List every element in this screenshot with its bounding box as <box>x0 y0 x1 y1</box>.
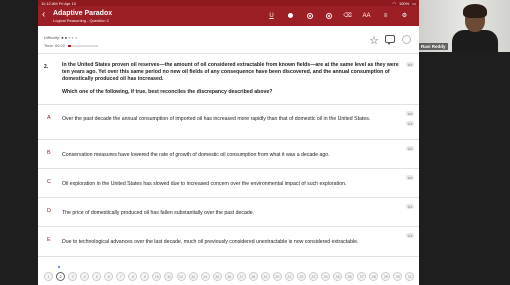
pager-item[interactable]: 7 <box>116 272 126 281</box>
app-window: 11:12 AM Fri Apr 10 ◠ 100% ▭ ‹ Adaptive … <box>38 0 419 285</box>
eraser-icon[interactable]: ⌫ <box>343 11 352 20</box>
difficulty-row: Difficulty: ●●●●● <box>44 35 79 40</box>
question-pager: 1 2 3 4 5 6 7 8 9 10 11 12 13 14 15 16 17 18 19 20 21 22 23 24 2… <box>38 268 419 285</box>
page-title: Adaptive Paradox <box>53 10 113 17</box>
highlight-icon[interactable] <box>286 11 295 20</box>
pager-item[interactable]: 4 <box>80 272 90 281</box>
pager-item[interactable]: 24 <box>321 272 331 281</box>
wifi-icon: ◠ <box>392 0 396 6</box>
mark-icon[interactable] <box>324 11 333 20</box>
eliminate-icon[interactable] <box>305 11 314 20</box>
pager-item[interactable]: 13 <box>188 272 198 281</box>
pager-item[interactable]: 30 <box>393 272 403 281</box>
pager-item[interactable]: 31 <box>405 272 415 281</box>
settings-list-icon[interactable]: ≡ <box>381 11 390 20</box>
status-right: ◠ 100% ▭ <box>392 1 416 6</box>
question-meta: Difficulty: ●●●●● Time: 00:22 <box>44 34 99 50</box>
divider <box>38 53 419 54</box>
pager-item[interactable]: 21 <box>284 272 294 281</box>
choice-options-icon[interactable]: ••• <box>406 146 414 151</box>
choice-letter: E <box>47 237 51 243</box>
pager-item[interactable]: 26 <box>345 272 355 281</box>
pager-item[interactable]: 19 <box>260 272 270 281</box>
choice-options-icon[interactable]: ••• <box>406 111 414 116</box>
pager-item[interactable]: 27 <box>357 272 367 281</box>
choice-text: Oil exploration in the United States has… <box>62 181 347 187</box>
choice-letter: B <box>47 150 51 156</box>
page-subtitle: Logical Reasoning - Question 2 <box>53 18 109 23</box>
font-size-icon[interactable]: AA <box>362 11 371 20</box>
pager-item[interactable]: 10 <box>152 272 162 281</box>
pager-item[interactable]: 9 <box>140 272 150 281</box>
divider <box>38 104 419 105</box>
choice-text: Over the past decade the annual consumpt… <box>62 116 371 122</box>
pager-item[interactable]: 12 <box>176 272 186 281</box>
status-time: 11:12 AM Fri Apr 10 <box>41 0 77 6</box>
underline-icon[interactable]: U <box>267 11 276 20</box>
choice-letter: C <box>47 179 51 185</box>
header-titles: Adaptive Paradox Logical Reasoning - Que… <box>53 10 112 23</box>
pager-item[interactable]: 25 <box>333 272 343 281</box>
pager-item[interactable]: 20 <box>272 272 282 281</box>
time-progress-fill <box>68 44 72 47</box>
chevron-left-icon[interactable]: ‹ <box>42 10 45 20</box>
pager-item[interactable]: 23 <box>309 272 319 281</box>
pager-item[interactable]: 18 <box>248 272 258 281</box>
choice-letter: D <box>47 208 51 214</box>
participant-name: Ravi Reddy <box>419 43 448 50</box>
divider <box>38 197 419 198</box>
choice-options-icon[interactable]: ••• <box>406 233 414 238</box>
divider <box>38 226 419 227</box>
question-text: In the United States proven oil reserves… <box>62 62 399 82</box>
divider <box>38 168 419 169</box>
pager-item[interactable]: 3 <box>68 272 78 281</box>
comment-icon[interactable] <box>385 35 395 45</box>
question-options-icon[interactable]: ••• <box>406 62 414 67</box>
pager-item[interactable]: 29 <box>381 272 391 281</box>
pager-item[interactable]: 6 <box>104 272 114 281</box>
battery-icon: ▭ <box>412 0 416 6</box>
divider <box>38 139 419 140</box>
time-value: 00:22 <box>54 43 65 48</box>
difficulty-stars: ●●●●● <box>61 35 79 40</box>
pager-item[interactable]: 5 <box>92 272 102 281</box>
battery-level: 100% <box>398 0 410 6</box>
pager-item[interactable]: 15 <box>212 272 222 281</box>
person-body <box>452 30 498 52</box>
video-feed: Ravi Reddy <box>419 0 510 52</box>
pager-item[interactable]: 28 <box>369 272 379 281</box>
toolbar: U ⌫ AA ≡ ⚙ <box>267 11 409 20</box>
pager-item[interactable]: 16 <box>224 272 234 281</box>
star-icon[interactable]: ☆ <box>369 34 379 47</box>
choice-text: The price of domestically produced oil h… <box>62 210 255 216</box>
answer-choice-c[interactable]: C Oil exploration in the United States h… <box>38 171 419 196</box>
pager-item[interactable]: 1 <box>44 272 53 281</box>
answer-choice-b[interactable]: B Conservation measures have lowered the… <box>38 142 419 167</box>
answer-choice-d[interactable]: D The price of domestically produced oil… <box>38 200 419 225</box>
answer-choice-a[interactable]: A Over the past decade the annual consum… <box>38 109 419 138</box>
choice-options-icon[interactable]: ••• <box>406 175 414 180</box>
settings-gear-icon[interactable]: ⚙ <box>400 11 409 20</box>
pager-item[interactable]: 2 <box>56 272 66 281</box>
choice-options-icon[interactable]: ••• <box>406 204 414 209</box>
question-stem: Which one of the following, if true, bes… <box>62 89 273 95</box>
pager-item[interactable]: 17 <box>236 272 246 281</box>
flag-circle-icon[interactable] <box>402 35 411 44</box>
question-number: 2. <box>44 64 49 70</box>
pager-item[interactable]: 11 <box>164 272 174 281</box>
pager-item[interactable]: 14 <box>200 272 210 281</box>
answer-choice-e[interactable]: E Due to technological advances over the… <box>38 229 419 254</box>
choice-text: Due to technological advances over the l… <box>62 239 359 245</box>
divider <box>38 256 419 257</box>
choice-letter: A <box>47 115 51 121</box>
header-bar: ‹ Adaptive Paradox Logical Reasoning - Q… <box>38 6 419 26</box>
pager-item[interactable]: 22 <box>296 272 306 281</box>
pager-item[interactable]: 8 <box>128 272 138 281</box>
person-hair <box>463 4 487 18</box>
choice-eliminate-icon[interactable]: ••• <box>406 121 414 126</box>
time-progress-bar <box>68 44 99 47</box>
time-row: Time: 00:22 <box>44 42 99 50</box>
choice-text: Conservation measures have lowered the r… <box>62 152 330 158</box>
